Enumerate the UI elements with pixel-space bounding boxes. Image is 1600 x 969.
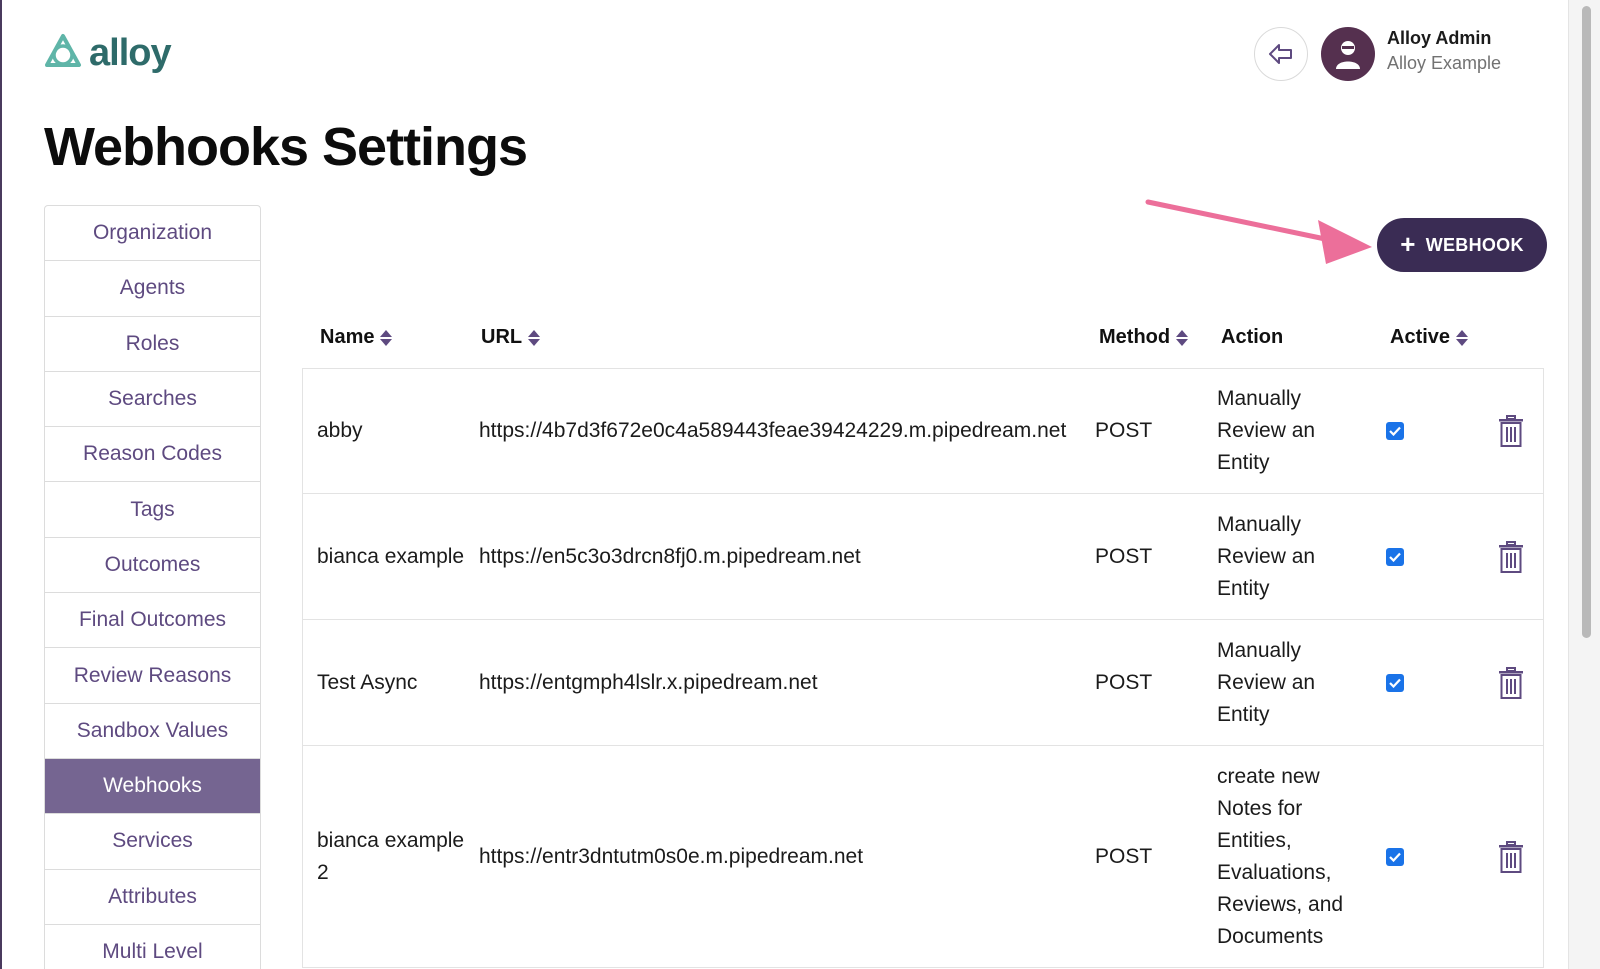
column-header-label: Name: [320, 326, 375, 348]
sort-icon[interactable]: [528, 329, 541, 346]
sidebar-item-services[interactable]: Services: [45, 814, 260, 870]
sidebar-item-multi-level[interactable]: Multi Level: [45, 925, 260, 969]
checkmark-icon: [1389, 678, 1401, 688]
table-row: Test Async https://entgmph4lslr.x.pipedr…: [303, 620, 1543, 746]
page-title: Webhooks Settings: [44, 117, 528, 177]
active-checkbox[interactable]: [1386, 422, 1404, 440]
table-row: bianca example https://en5c3o3drcn8fj0.m…: [303, 494, 1543, 620]
sort-icon[interactable]: [380, 329, 393, 346]
webhook-url: https://entr3dntutm0s0e.m.pipedream.net: [479, 844, 864, 868]
webhook-action: Manually Review an Entity: [1217, 512, 1316, 600]
sidebar-item-webhooks[interactable]: Webhooks: [45, 758, 260, 815]
user-name: Alloy Admin: [1387, 28, 1492, 48]
column-header-label: Action: [1221, 326, 1284, 348]
sidebar-item-sandbox-values[interactable]: Sandbox Values: [45, 704, 260, 759]
webhook-method: POST: [1095, 544, 1153, 568]
column-header-label: Method: [1099, 326, 1171, 348]
logo-text: alloy: [89, 32, 172, 74]
avatar[interactable]: [1321, 27, 1375, 81]
column-header-label: URL: [481, 326, 523, 348]
sidebar-item-attributes[interactable]: Attributes: [45, 870, 260, 925]
trash-icon[interactable]: [1498, 540, 1524, 573]
table-row: abby https://4b7d3f672e0c4a589443feae394…: [303, 369, 1543, 494]
trash-icon[interactable]: [1498, 415, 1524, 447]
sidebar-item-searches[interactable]: Searches: [45, 372, 260, 428]
checkmark-icon: [1389, 426, 1401, 436]
table-row: bianca example 2 https://entr3dntutm0s0e…: [303, 746, 1543, 968]
webhook-action: Manually Review an Entity: [1217, 387, 1316, 474]
sidebar-item-outcomes[interactable]: Outcomes: [45, 538, 260, 594]
add-webhook-button[interactable]: + WEBHOOK: [1377, 218, 1547, 272]
scrollbar-thumb[interactable]: [1582, 6, 1591, 638]
column-header-name[interactable]: Name: [320, 326, 393, 349]
webhook-method: POST: [1095, 844, 1153, 868]
webhook-method: POST: [1095, 670, 1153, 694]
column-header-active[interactable]: Active: [1390, 326, 1469, 349]
column-header-method[interactable]: Method: [1099, 326, 1189, 349]
sidebar-item-final-outcomes[interactable]: Final Outcomes: [45, 593, 260, 649]
column-header-url[interactable]: URL: [481, 326, 541, 349]
trash-icon[interactable]: [1498, 666, 1524, 699]
sidebar-item-agents[interactable]: Agents: [45, 261, 260, 317]
webhook-url: https://4b7d3f672e0c4a589443feae39424229…: [479, 419, 1067, 442]
webhook-name: Test Async: [317, 670, 418, 694]
webhook-url: https://en5c3o3drcn8fj0.m.pipedream.net: [479, 544, 861, 568]
sidebar-item-organization[interactable]: Organization: [45, 206, 260, 262]
window-edge: [0, 0, 2, 969]
checkmark-icon: [1389, 852, 1401, 862]
alloy-logo-icon: [45, 34, 81, 67]
arrow-left-icon: [1269, 44, 1292, 64]
sort-icon[interactable]: [1456, 329, 1469, 346]
scrollbar[interactable]: [1568, 0, 1600, 969]
active-checkbox[interactable]: [1386, 673, 1404, 692]
sidebar-item-roles[interactable]: Roles: [45, 317, 260, 372]
webhook-name: bianca example 2: [317, 828, 465, 884]
user-org: Alloy Example: [1387, 53, 1502, 73]
webhooks-table: abby https://4b7d3f672e0c4a589443feae394…: [302, 368, 1544, 968]
back-button[interactable]: [1254, 27, 1308, 81]
webhook-name: bianca example: [317, 544, 465, 568]
column-header-action: Action: [1221, 326, 1283, 349]
webhook-action: Manually Review an Entity: [1217, 638, 1316, 726]
add-webhook-label: WEBHOOK: [1425, 234, 1524, 255]
settings-sidebar: Organization Agents Roles Searches Reaso…: [44, 205, 261, 969]
sidebar-item-reason-codes[interactable]: Reason Codes: [45, 427, 260, 483]
webhook-name: abby: [317, 419, 363, 442]
webhook-action: create new Notes for Entities, Evaluatio…: [1217, 764, 1344, 948]
sort-icon[interactable]: [1176, 329, 1189, 346]
logo[interactable]: alloy: [43, 32, 172, 74]
column-header-label: Active: [1390, 326, 1451, 348]
user-icon: [1336, 41, 1360, 69]
webhook-method: POST: [1095, 419, 1153, 442]
sidebar-item-tags[interactable]: Tags: [45, 482, 260, 538]
sidebar-item-review-reasons[interactable]: Review Reasons: [45, 648, 260, 704]
annotation-arrow-icon: [1145, 199, 1372, 264]
webhook-url: https://entgmph4lslr.x.pipedream.net: [479, 670, 818, 694]
trash-icon[interactable]: [1498, 840, 1524, 873]
active-checkbox[interactable]: [1386, 847, 1404, 866]
active-checkbox[interactable]: [1386, 547, 1404, 566]
checkmark-icon: [1389, 552, 1401, 562]
plus-icon: +: [1400, 229, 1416, 259]
